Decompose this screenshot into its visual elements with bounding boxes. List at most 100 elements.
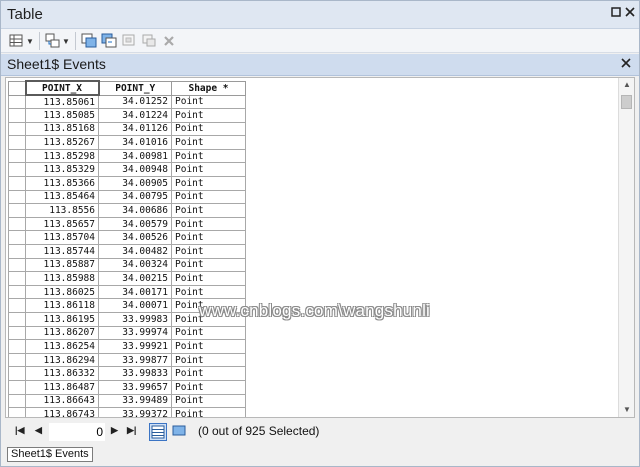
cell-point-y[interactable]: 34.01252 xyxy=(98,94,172,110)
previous-record-icon[interactable]: ◀ xyxy=(35,425,42,436)
row-selector[interactable] xyxy=(8,108,26,123)
cell-shape[interactable]: Point xyxy=(171,230,246,246)
cell-point-y[interactable]: 33.99921 xyxy=(98,339,172,354)
row-selector[interactable] xyxy=(8,284,26,300)
table-tab-sheet1-events[interactable]: Sheet1$ Events xyxy=(7,447,93,462)
clear-selection-button[interactable] xyxy=(121,33,137,49)
row-selector[interactable] xyxy=(8,244,26,259)
table-row[interactable]: 113.86643 33.99489 Point xyxy=(8,393,246,409)
table-row[interactable]: 113.85464 34.00795 Point xyxy=(8,189,246,205)
table-row[interactable]: 113.85168 34.01126 Point xyxy=(8,121,246,137)
next-record-icon[interactable]: ▶ xyxy=(111,425,118,436)
cell-point-y[interactable]: 34.00905 xyxy=(98,176,172,191)
cell-point-x[interactable]: 113.8556 xyxy=(25,203,99,218)
cell-shape[interactable]: Point xyxy=(171,189,246,205)
cell-point-y[interactable]: 34.00215 xyxy=(98,271,172,286)
cell-point-y[interactable]: 34.00171 xyxy=(98,284,172,300)
row-selector[interactable] xyxy=(8,379,26,395)
cell-shape[interactable]: Point xyxy=(171,176,246,191)
table-row[interactable]: 113.8556 34.00686 Point xyxy=(8,203,246,218)
cell-point-x[interactable]: 113.85657 xyxy=(25,216,99,232)
cell-point-y[interactable]: 33.99833 xyxy=(98,366,172,381)
cell-point-y[interactable]: 34.00482 xyxy=(98,244,172,259)
scroll-up-icon[interactable]: ▲ xyxy=(619,78,634,92)
cell-point-x[interactable]: 113.85887 xyxy=(25,257,99,273)
cell-point-y[interactable]: 34.00981 xyxy=(98,148,172,164)
first-record-icon[interactable]: |◀ xyxy=(15,425,24,436)
row-selector[interactable] xyxy=(8,94,26,110)
close-icon[interactable] xyxy=(621,58,631,71)
cell-point-y[interactable]: 33.99657 xyxy=(98,379,172,395)
cell-point-x[interactable]: 113.86254 xyxy=(25,339,99,354)
row-selector[interactable] xyxy=(8,189,26,205)
row-selector[interactable] xyxy=(8,298,26,313)
cell-point-x[interactable]: 113.85464 xyxy=(25,189,99,205)
cell-point-y[interactable]: 33.99983 xyxy=(98,312,172,327)
table-row[interactable]: 113.85298 34.00981 Point xyxy=(8,148,246,164)
cell-shape[interactable]: Point xyxy=(171,216,246,232)
last-record-icon[interactable]: ▶| xyxy=(127,425,136,436)
table-row[interactable]: 113.85704 34.00526 Point xyxy=(8,230,246,246)
table-row[interactable]: 113.85329 34.00948 Point xyxy=(8,162,246,178)
restore-icon[interactable] xyxy=(609,7,623,21)
row-selector[interactable] xyxy=(8,162,26,178)
table-row[interactable]: 113.85657 34.00579 Point xyxy=(8,216,246,232)
cell-point-x[interactable]: 113.86025 xyxy=(25,284,99,300)
table-options-button[interactable]: ▼ xyxy=(9,33,34,49)
table-row[interactable]: 113.86207 33.99974 Point xyxy=(8,325,246,341)
column-header-point-y[interactable]: POINT_Y xyxy=(98,80,172,96)
related-tables-button[interactable]: ▼ xyxy=(45,33,70,49)
scrollbar-thumb[interactable] xyxy=(621,95,632,109)
cell-point-x[interactable]: 113.86195 xyxy=(25,312,99,327)
cell-shape[interactable]: Point xyxy=(171,407,246,417)
table-row[interactable]: 113.86332 33.99833 Point xyxy=(8,366,246,381)
row-selector[interactable] xyxy=(8,325,26,341)
cell-point-y[interactable]: 34.00579 xyxy=(98,216,172,232)
cell-point-x[interactable]: 113.85704 xyxy=(25,230,99,246)
cell-shape[interactable]: Point xyxy=(171,325,246,341)
attribute-table-grid[interactable]: POINT_X POINT_Y Shape * 113.85061 34.0125… xyxy=(5,77,635,418)
cell-point-x[interactable]: 113.85744 xyxy=(25,244,99,259)
cell-point-x[interactable]: 113.85988 xyxy=(25,271,99,286)
cell-point-x[interactable]: 113.86118 xyxy=(25,298,99,313)
cell-shape[interactable]: Point xyxy=(171,203,246,218)
scroll-down-icon[interactable]: ▼ xyxy=(619,403,634,417)
cell-point-x[interactable]: 113.85329 xyxy=(25,162,99,178)
cell-point-x[interactable]: 113.85061 xyxy=(25,94,99,110)
table-row[interactable]: 113.85267 34.01016 Point xyxy=(8,135,246,150)
row-selector[interactable] xyxy=(8,339,26,354)
zoom-selected-button[interactable] xyxy=(141,33,157,49)
cell-point-x[interactable]: 113.86332 xyxy=(25,366,99,381)
cell-point-y[interactable]: 33.99877 xyxy=(98,352,172,368)
table-row[interactable]: 113.85744 34.00482 Point xyxy=(8,244,246,259)
table-row[interactable]: 113.85366 34.00905 Point xyxy=(8,176,246,191)
table-row[interactable]: 113.85085 34.01224 Point xyxy=(8,108,246,123)
cell-point-x[interactable]: 113.86643 xyxy=(25,393,99,409)
cell-point-y[interactable]: 34.01126 xyxy=(98,121,172,137)
cell-point-y[interactable]: 34.01224 xyxy=(98,108,172,123)
cell-shape[interactable]: Point xyxy=(171,257,246,273)
row-selector[interactable] xyxy=(8,135,26,150)
cell-shape[interactable]: Point xyxy=(171,162,246,178)
column-header-point-x[interactable]: POINT_X xyxy=(24,80,100,96)
cell-shape[interactable]: Point xyxy=(171,379,246,395)
cell-point-x[interactable]: 113.85298 xyxy=(25,148,99,164)
cell-point-x[interactable]: 113.86294 xyxy=(25,352,99,368)
row-selector[interactable] xyxy=(8,393,26,409)
cell-point-x[interactable]: 113.85366 xyxy=(25,176,99,191)
table-row[interactable]: 113.85061 34.01252 Point xyxy=(8,94,246,110)
switch-selection-button[interactable] xyxy=(101,33,117,49)
cell-shape[interactable]: Point xyxy=(171,352,246,368)
cell-point-x[interactable]: 113.86743 xyxy=(25,407,99,417)
cell-point-y[interactable]: 34.00071 xyxy=(98,298,172,313)
row-selector[interactable] xyxy=(8,176,26,191)
cell-point-x[interactable]: 113.85168 xyxy=(25,121,99,137)
vertical-scrollbar[interactable]: ▲ ▼ xyxy=(618,78,634,417)
cell-shape[interactable]: Point xyxy=(171,271,246,286)
row-selector[interactable] xyxy=(8,121,26,137)
table-row[interactable]: 113.85887 34.00324 Point xyxy=(8,257,246,273)
table-row[interactable]: 113.86743 33.99372 Point xyxy=(8,407,246,417)
row-selector[interactable] xyxy=(8,312,26,327)
table-row[interactable]: 113.86487 33.99657 Point xyxy=(8,379,246,395)
cell-point-y[interactable]: 33.99489 xyxy=(98,393,172,409)
